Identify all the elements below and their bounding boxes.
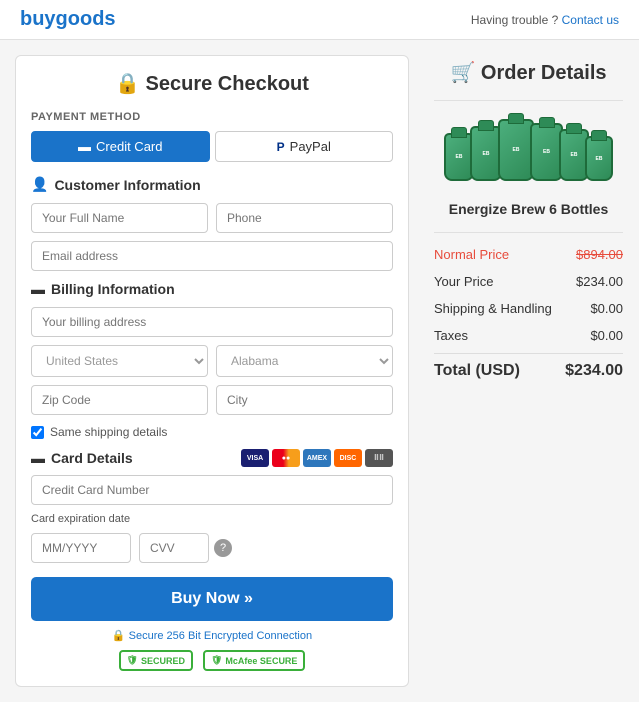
card-details-header: ▬ Card Details VISA ●● AMEX DISC ⠿⠿	[31, 449, 393, 467]
address-row	[31, 307, 393, 337]
product-divider	[434, 232, 623, 233]
payment-method-label: PAYMENT METHOD	[31, 111, 393, 123]
cvv-help-icon[interactable]: ?	[214, 539, 232, 557]
shipping-label: Shipping & Handling	[434, 301, 552, 316]
country-state-row: United States Alabama	[31, 345, 393, 377]
bottle-label-3: EB	[513, 147, 520, 153]
state-select[interactable]: Alabama	[216, 345, 393, 377]
zip-city-row	[31, 385, 393, 415]
your-price-label: Your Price	[434, 274, 494, 289]
shipping-row: Shipping & Handling $0.00	[434, 295, 623, 322]
bottle-label-1: EB	[456, 154, 463, 160]
full-name-input[interactable]	[31, 203, 208, 233]
normal-price-row: Normal Price $894.00	[434, 241, 623, 268]
card-number-row	[31, 475, 393, 505]
paypal-icon: P	[277, 140, 285, 154]
credit-card-tab[interactable]: ▬ Credit Card	[31, 131, 210, 162]
paypal-tab[interactable]: P PayPal	[215, 131, 394, 162]
billing-info-header: ▬ Billing Information	[31, 281, 393, 297]
total-value: $234.00	[565, 362, 623, 380]
email-row	[31, 241, 393, 271]
mastercard-icon: ●●	[272, 449, 300, 467]
same-shipping-row: Same shipping details	[31, 425, 393, 439]
taxes-value: $0.00	[590, 328, 623, 343]
normal-price-value: $894.00	[576, 247, 623, 262]
checkout-title: 🔒 Secure Checkout	[31, 71, 393, 96]
same-shipping-label: Same shipping details	[50, 425, 167, 439]
email-input[interactable]	[31, 241, 393, 271]
country-select[interactable]: United States	[31, 345, 208, 377]
billing-info-heading: Billing Information	[51, 281, 175, 297]
secured-badge-label: SECURED	[141, 656, 185, 666]
main-container: 🔒 Secure Checkout PAYMENT METHOD ▬ Credi…	[0, 40, 639, 702]
cvv-group: ?	[139, 533, 232, 563]
shield-icon: 🛡	[127, 655, 138, 666]
expiry-input[interactable]	[31, 533, 131, 563]
taxes-label: Taxes	[434, 328, 468, 343]
expiry-cvv-row: ?	[31, 533, 393, 563]
your-price-row: Your Price $234.00	[434, 268, 623, 295]
expiry-label: Card expiration date	[31, 513, 393, 525]
right-panel: 🛒 Order Details EB EB EB EB EB	[429, 55, 628, 687]
discover-icon: DISC	[334, 449, 362, 467]
buy-now-button[interactable]: Buy Now »	[31, 577, 393, 621]
card-number-input[interactable]	[31, 475, 393, 505]
bottle-3: EB	[498, 119, 534, 181]
billing-icon: ▬	[31, 281, 45, 297]
other-card-icon: ⠿⠿	[365, 449, 393, 467]
card-details-heading: Card Details	[51, 450, 133, 466]
top-right: Having trouble ? Contact us	[471, 13, 619, 27]
customer-info-header: 👤 Customer Information	[31, 176, 393, 193]
bottle-label-4: EB	[543, 149, 550, 155]
credit-card-icon: ▬	[78, 139, 91, 154]
order-details-title: 🛒 Order Details	[434, 60, 623, 85]
card-icons-group: VISA ●● AMEX DISC ⠿⠿	[241, 449, 393, 467]
same-shipping-checkbox[interactable]	[31, 426, 44, 439]
card-details-section: ▬ Card Details	[31, 450, 133, 466]
contact-link[interactable]: Contact us	[562, 13, 619, 27]
amex-icon: AMEX	[303, 449, 331, 467]
customer-info-heading: Customer Information	[54, 177, 200, 193]
taxes-row: Taxes $0.00	[434, 322, 623, 349]
trust-badges: 🛡 SECURED 🛡 McAfee SECURE	[31, 650, 393, 671]
secured-badge: 🛡 SECURED	[119, 650, 193, 671]
address-input[interactable]	[31, 307, 393, 337]
customer-icon: 👤	[31, 176, 48, 193]
shipping-value: $0.00	[590, 301, 623, 316]
logo: buygoods	[20, 8, 116, 31]
product-image-area: EB EB EB EB EB EB	[434, 109, 623, 191]
your-price-value: $234.00	[576, 274, 623, 289]
card-icon: ▬	[31, 450, 45, 466]
mcafee-badge-label: McAfee SECURE	[225, 656, 297, 666]
paypal-tab-label: PayPal	[290, 139, 331, 154]
visa-icon: VISA	[241, 449, 269, 467]
bottle-label-5: EB	[571, 152, 578, 158]
trouble-text: Having trouble ?	[471, 13, 558, 27]
bottle-label-6: EB	[596, 156, 603, 162]
mcafee-badge: 🛡 McAfee SECURE	[203, 650, 305, 671]
zip-input[interactable]	[31, 385, 208, 415]
bottle-6: EB	[585, 136, 613, 181]
left-panel: 🔒 Secure Checkout PAYMENT METHOD ▬ Credi…	[15, 55, 409, 687]
cvv-input[interactable]	[139, 533, 209, 563]
normal-price-label: Normal Price	[434, 247, 509, 262]
phone-input[interactable]	[216, 203, 393, 233]
top-bar: buygoods Having trouble ? Contact us	[0, 0, 639, 40]
city-input[interactable]	[216, 385, 393, 415]
product-bottles: EB EB EB EB EB EB	[444, 119, 613, 181]
total-label: Total (USD)	[434, 362, 520, 380]
payment-tabs: ▬ Credit Card P PayPal	[31, 131, 393, 162]
total-row: Total (USD) $234.00	[434, 353, 623, 388]
name-phone-row	[31, 203, 393, 233]
secure-text: 🔒 Secure 256 Bit Encrypted Connection	[31, 629, 393, 642]
top-divider	[434, 100, 623, 101]
mcafee-icon: 🛡	[211, 655, 222, 666]
bottle-label-2: EB	[483, 151, 490, 157]
credit-card-tab-label: Credit Card	[96, 139, 162, 154]
product-name: Energize Brew 6 Bottles	[434, 201, 623, 217]
